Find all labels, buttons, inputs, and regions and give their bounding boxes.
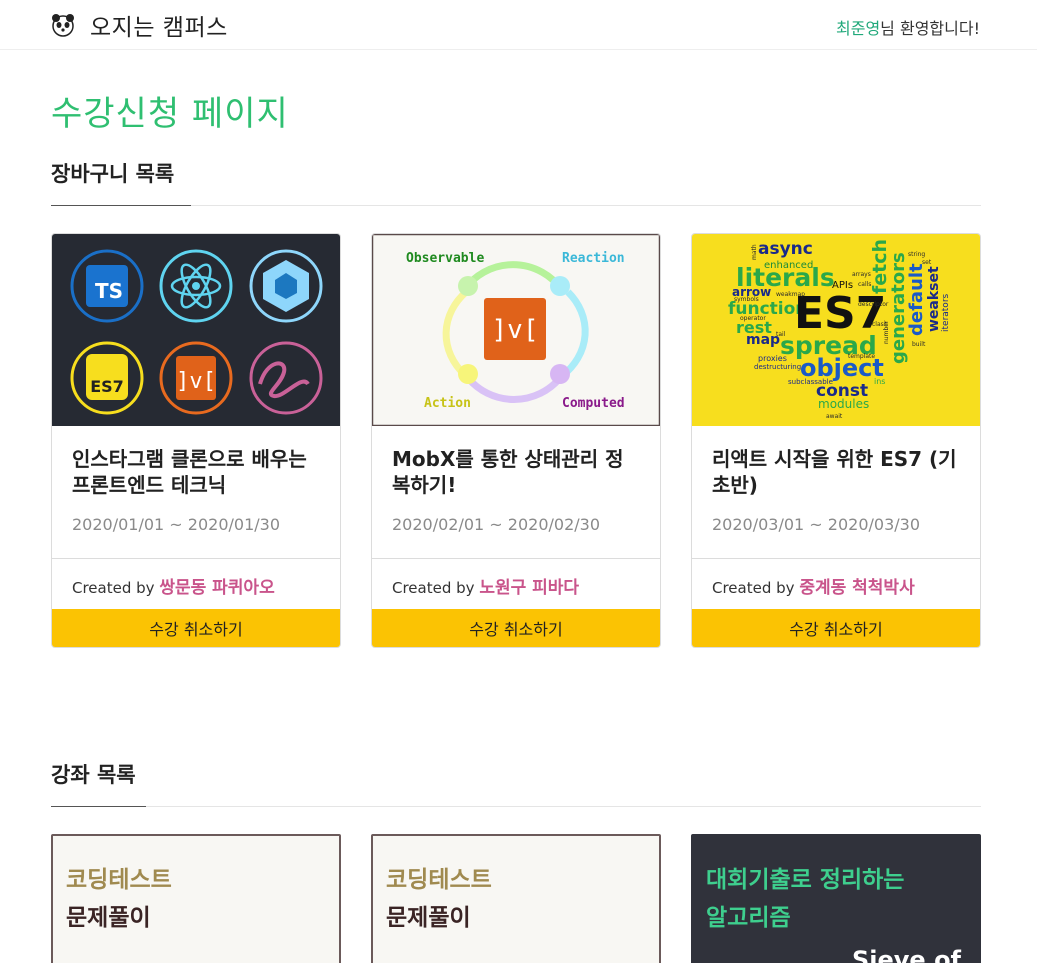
- word-default: default: [906, 263, 927, 336]
- course-card-body: MobX를 통한 상태관리 정복하기! 2020/02/01 ~ 2020/02…: [372, 426, 660, 559]
- word-math: math: [751, 244, 758, 260]
- panda-icon: [52, 14, 74, 37]
- observable-label: Observable: [406, 251, 484, 266]
- word-operator: operator: [740, 315, 766, 322]
- created-by-label: Created by: [392, 579, 475, 597]
- course-author: 노원구 피바다: [479, 578, 580, 598]
- lecture-card[interactable]: 대회기출로 정리하는 알고리즘 Sieve of: [691, 834, 981, 963]
- lecture-thumb-line1: 대회기출로 정리하는: [706, 867, 905, 893]
- course-card-footer: Created by 노원구 피바다: [372, 559, 660, 609]
- course-title[interactable]: 리액트 시작을 위한 ES7 (기초반): [712, 446, 960, 502]
- cart-course-card[interactable]: ]v[ Observable Reaction Action Computed …: [371, 233, 661, 648]
- reaction-label: Reaction: [562, 251, 625, 266]
- typescript-label: TS: [95, 279, 123, 303]
- cancel-enrollment-button[interactable]: 수강 취소하기: [692, 609, 980, 647]
- course-card-body: 리액트 시작을 위한 ES7 (기초반) 2020/03/01 ~ 2020/0…: [692, 426, 980, 559]
- lectures-section-divider: [51, 806, 981, 807]
- top-navbar: 오지는 캠퍼스 최준영님 환영합니다!: [0, 0, 1037, 50]
- cancel-enrollment-button[interactable]: 수강 취소하기: [372, 609, 660, 647]
- brand-link[interactable]: 오지는 캠퍼스: [50, 8, 228, 42]
- course-thumbnail: async enhanced literals arrow function r…: [692, 234, 980, 426]
- brand-name: 오지는 캠퍼스: [90, 15, 228, 41]
- course-card-footer: Created by 쌍문동 파퀴아오: [52, 559, 340, 609]
- word-symbols: symbols: [734, 296, 759, 303]
- course-date: 2020/02/01 ~ 2020/02/30: [392, 515, 601, 534]
- tech-stack-thumbnail: TS ES7]v[: [52, 234, 340, 426]
- lecture-thumb-line3: Sieve of: [852, 946, 961, 963]
- word-string: string: [908, 251, 925, 258]
- page-title: 수강신청 페이지: [51, 94, 289, 134]
- es7-label: ES7: [90, 377, 124, 396]
- lecture-card[interactable]: 코딩테스트 문제풀이: [371, 834, 661, 963]
- course-thumbnail: TS ES7]v[: [52, 234, 340, 426]
- course-title[interactable]: 인스타그램 클론으로 배우는 프론트엔드 테크닉: [72, 446, 320, 502]
- cart-section-title: 장바구니 목록: [51, 162, 175, 186]
- word-arrays: arrays: [852, 271, 871, 278]
- word-weakset: weakset: [926, 266, 942, 332]
- course-thumbnail: ]v[ Observable Reaction Action Computed: [372, 234, 660, 426]
- course-author: 쌍문동 파퀴아오: [159, 578, 275, 598]
- created-by-label: Created by: [712, 579, 795, 597]
- lecture-card[interactable]: 코딩테스트 문제풀이: [51, 834, 341, 963]
- lecture-thumb-line2: 문제풀이: [386, 905, 471, 931]
- word-template: template: [848, 353, 875, 360]
- course-date: 2020/03/01 ~ 2020/03/30: [712, 515, 921, 534]
- user-name-link[interactable]: 최준영: [836, 19, 880, 38]
- word-ins: ins: [874, 377, 885, 386]
- word-class: class: [872, 321, 887, 328]
- word-map: map: [746, 332, 780, 348]
- course-author: 중계동 척척박사: [799, 578, 915, 598]
- mobx-center-label: ]v[: [492, 315, 539, 345]
- course-card-footer: Created by 중계동 척척박사: [692, 559, 980, 609]
- welcome-suffix: 님 환영합니다!: [880, 19, 980, 38]
- word-weakmap: weakmap: [776, 291, 805, 298]
- word-destructuring: destructuring: [754, 363, 801, 371]
- word-calls: calls: [858, 281, 871, 288]
- lecture-thumb-line1: 코딩테스트: [386, 867, 492, 893]
- word-proxies: proxies: [758, 354, 787, 363]
- lecture-thumb-line2: 알고리즘: [706, 905, 791, 931]
- word-tail: tail: [776, 331, 786, 338]
- word-set: set: [922, 259, 932, 266]
- word-es7: ES7: [794, 288, 886, 339]
- word-async: async: [758, 239, 813, 259]
- created-by-label: Created by: [72, 579, 155, 597]
- cart-course-card[interactable]: TS ES7]v[인스타그램 클론으로 배우는 프론트엔드 테크닉 2020…: [51, 233, 341, 648]
- word-built: built: [912, 341, 926, 348]
- word-descriptor: descriptor: [858, 301, 889, 308]
- course-title[interactable]: MobX를 통한 상태관리 정복하기!: [392, 446, 640, 502]
- mobx-flow-thumbnail: ]v[ Observable Reaction Action Computed: [372, 234, 660, 426]
- word-await: await: [826, 413, 843, 420]
- cancel-enrollment-button[interactable]: 수강 취소하기: [52, 609, 340, 647]
- word-iterators: iterators: [941, 293, 951, 332]
- word-apis: APIs: [832, 280, 853, 291]
- lecture-thumb-line2: 문제풀이: [66, 905, 151, 931]
- cart-section-divider: [51, 205, 981, 206]
- cart-course-card[interactable]: async enhanced literals arrow function r…: [691, 233, 981, 648]
- computed-label: Computed: [562, 396, 625, 411]
- word-modules: modules: [818, 397, 869, 411]
- course-date: 2020/01/01 ~ 2020/01/30: [72, 515, 281, 534]
- welcome-message: 최준영님 환영합니다!: [836, 15, 980, 39]
- es7-wordcloud-thumbnail: async enhanced literals arrow function r…: [692, 234, 980, 426]
- lecture-thumb-line1: 코딩테스트: [66, 867, 172, 893]
- course-card-body: 인스타그램 클론으로 배우는 프론트엔드 테크닉 2020/01/01 ~ 20…: [52, 426, 340, 559]
- word-subclassable: subclassable: [788, 378, 833, 386]
- mobx-label: ]v[: [176, 369, 216, 394]
- lectures-section-title: 강좌 목록: [51, 763, 136, 787]
- action-label: Action: [424, 396, 471, 411]
